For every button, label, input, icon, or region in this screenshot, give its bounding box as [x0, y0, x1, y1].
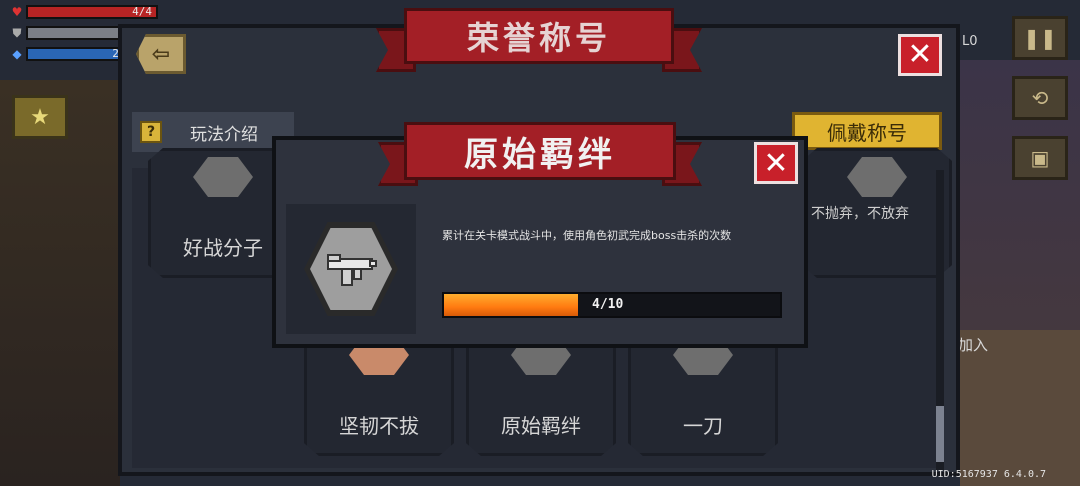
- how-to-play-label: 玩法介绍: [190, 124, 258, 145]
- question-icon: ?: [140, 121, 162, 143]
- close-icon: ✕: [907, 37, 933, 72]
- panel-close-button[interactable]: ✕: [898, 34, 942, 76]
- ribbon-body: 原始羁绊: [404, 122, 676, 180]
- title-badge-icon: [193, 157, 253, 197]
- modal-title: 原始羁绊: [464, 134, 616, 175]
- title-card-label: 坚韧不拔: [339, 414, 419, 438]
- uid-version-label: UID:5167937 6.4.0.7: [931, 469, 1046, 480]
- scrollbar-thumb[interactable]: [936, 406, 944, 462]
- right-edge-text: 加入: [958, 336, 989, 354]
- heart-icon: ♥: [11, 5, 23, 19]
- right-top-text: L0: [962, 34, 978, 49]
- title-description: 累计在关卡模式战斗中，使用角色初武完成boss击杀的次数: [442, 229, 732, 242]
- energy-diamond-icon: ◆: [12, 47, 22, 61]
- smg-gun-icon: [327, 254, 377, 286]
- progress-label: 4/10: [592, 297, 624, 312]
- pause-icon: ❚❚: [1023, 26, 1057, 50]
- title-card-label: 不抛弃，不放弃: [811, 206, 909, 222]
- ribbon-body: 荣誉称号: [404, 8, 674, 64]
- star-button[interactable]: ★: [12, 95, 68, 139]
- panel-title: 荣誉称号: [466, 19, 611, 57]
- emote-icon: ▣: [1030, 146, 1050, 170]
- how-to-play-button[interactable]: ? 玩法介绍: [132, 112, 294, 152]
- modal-title-ribbon: 原始羁绊: [378, 118, 702, 194]
- back-button[interactable]: ⇦: [136, 34, 186, 74]
- title-card-label: 原始羁绊: [501, 414, 581, 438]
- pause-button[interactable]: ❚❚: [1012, 16, 1068, 60]
- background-left-wall: [0, 80, 120, 486]
- emote-button[interactable]: ▣: [1012, 136, 1068, 180]
- title-list-scrollbar[interactable]: [936, 170, 944, 470]
- title-icon-box: [286, 204, 416, 334]
- close-icon: ✕: [763, 145, 789, 181]
- shield-icon: ⛊: [12, 25, 22, 40]
- panel-title-ribbon: 荣誉称号: [376, 8, 702, 74]
- star-icon: ★: [30, 104, 50, 130]
- wear-title-button[interactable]: 佩戴称号: [792, 112, 942, 150]
- modal-close-button[interactable]: ✕: [754, 142, 798, 184]
- title-card[interactable]: 不抛弃，不放弃: [802, 148, 952, 278]
- hp-row: ♥ 4/4: [8, 4, 158, 20]
- title-card-label: 一刀: [683, 414, 723, 438]
- swap-icon: ⟲: [1031, 86, 1049, 110]
- progress-bar: 4/10: [442, 292, 782, 318]
- swap-button[interactable]: ⟲: [1012, 76, 1068, 120]
- title-badge-icon: [847, 157, 907, 197]
- progress-fill: [444, 294, 579, 316]
- back-arrow-icon: ⇦: [151, 41, 171, 67]
- hp-bar: 4/4: [26, 5, 158, 19]
